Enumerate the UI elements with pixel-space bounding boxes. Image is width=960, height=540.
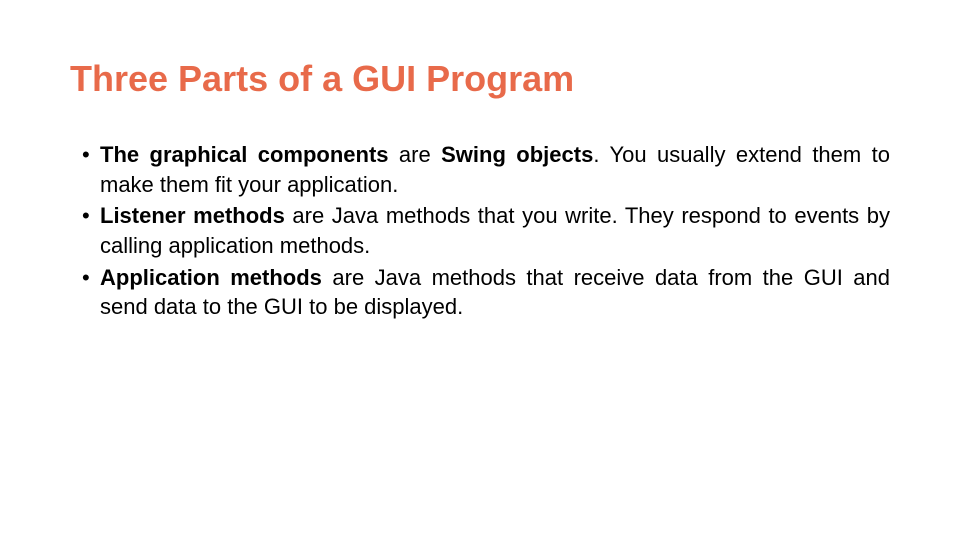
slide-title: Three Parts of a GUI Program	[70, 58, 890, 100]
list-item: Application methods are Java methods tha…	[82, 263, 890, 322]
bullet-bold: The graphical components	[100, 142, 389, 167]
list-item: Listener methods are Java methods that y…	[82, 201, 890, 260]
bullet-list: The graphical components are Swing objec…	[70, 140, 890, 322]
list-item: The graphical components are Swing objec…	[82, 140, 890, 199]
bullet-text: are	[389, 142, 442, 167]
bullet-bold: Swing objects	[441, 142, 593, 167]
bullet-bold: Listener methods	[100, 203, 285, 228]
bullet-bold: Application methods	[100, 265, 322, 290]
